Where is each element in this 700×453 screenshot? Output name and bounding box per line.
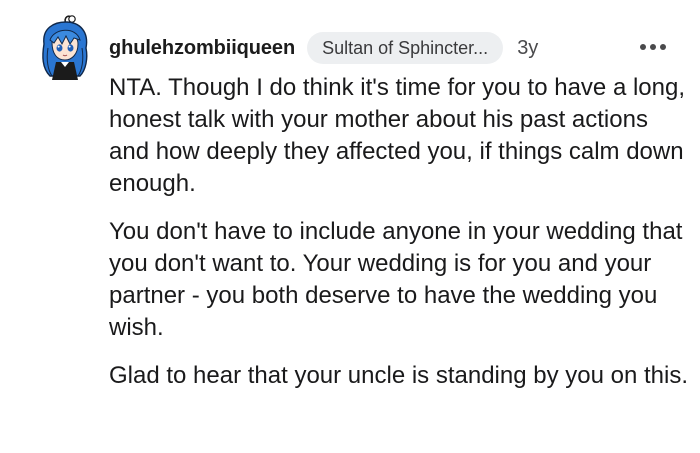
comment-header: ghulehzombiiqueen Sultan of Sphincter...… [109, 30, 538, 66]
comment-paragraph: NTA. Though I do think it's time for you… [109, 74, 685, 197]
comment-paragraph: You don't have to include anyone in your… [109, 218, 683, 341]
comment-paragraph: Glad to hear that your uncle is standing… [109, 362, 689, 389]
more-options-icon [640, 44, 666, 50]
comment-age: 3y [517, 36, 539, 59]
user-avatar-icon [42, 15, 88, 80]
user-flair: Sultan of Sphincter... [307, 32, 504, 64]
avatar[interactable] [36, 14, 94, 80]
comment-body: NTA. Though I do think it's time for you… [109, 72, 689, 408]
more-options-button[interactable] [638, 39, 670, 50]
comment: ghulehzombiiqueen Sultan of Sphincter...… [0, 0, 700, 453]
username[interactable]: ghulehzombiiqueen [109, 37, 295, 60]
